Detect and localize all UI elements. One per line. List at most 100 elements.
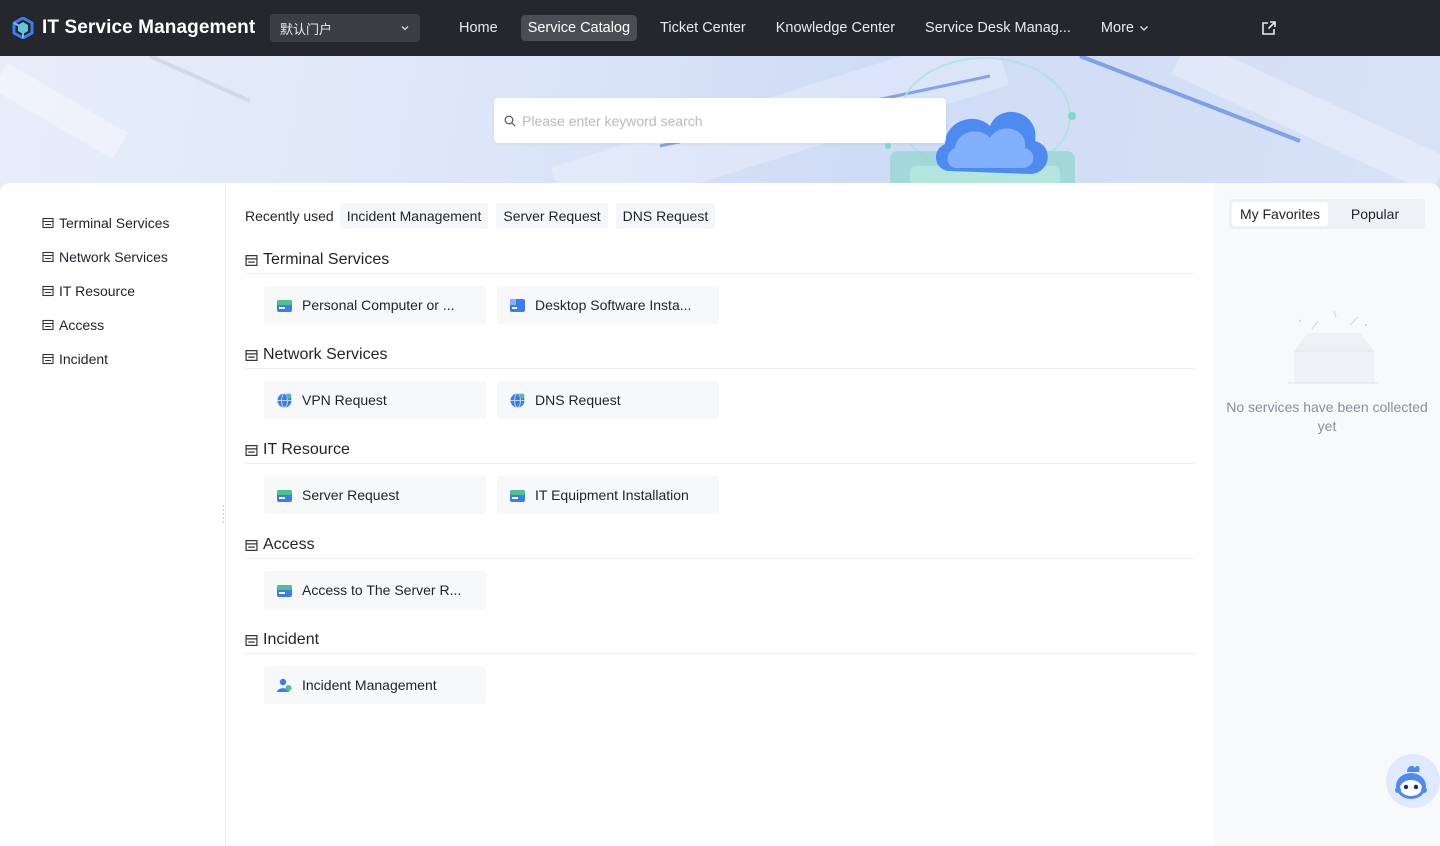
nav-label: Home: [459, 20, 498, 36]
service-card[interactable]: Personal Computer or ...: [264, 286, 486, 324]
main-nav: Home Service Catalog Ticket Center Knowl…: [452, 0, 1172, 56]
nav-more[interactable]: More: [1094, 15, 1156, 41]
section-divider: [245, 463, 1195, 464]
category-icon: [245, 444, 258, 456]
service-card[interactable]: Access to The Server R...: [264, 571, 486, 609]
section-title-terminal-services: Terminal Services: [245, 251, 389, 269]
sidebar-item-terminal-services[interactable]: Terminal Services: [42, 215, 169, 231]
user-group-icon: [277, 678, 292, 692]
service-card-label: IT Equipment Installation: [535, 487, 689, 503]
recently-used-bar: Recently used Incident Management Server…: [245, 203, 723, 229]
assistant-bot-icon[interactable]: [1383, 752, 1440, 808]
category-icon: [245, 539, 258, 551]
recent-chip[interactable]: DNS Request: [615, 203, 716, 229]
section-title-text: Terminal Services: [263, 251, 390, 268]
nav-label: Service Catalog: [527, 20, 631, 36]
portal-select-value: 默认门户: [280, 22, 333, 38]
recent-chip[interactable]: Incident Management: [339, 203, 489, 229]
section-title-it-resource: IT Resource: [245, 441, 350, 459]
nav-service-desk[interactable]: Service Desk Manag...: [918, 15, 1078, 41]
sidebar-item-label: Incident: [59, 351, 109, 367]
category-icon: [42, 353, 54, 365]
chevron-down-icon: [1140, 26, 1148, 31]
top-navigation-bar: IT Service Management 默认门户 Home Service …: [0, 0, 1440, 56]
search-input[interactable]: [522, 112, 922, 129]
category-icon: [245, 254, 258, 266]
sidebar-item-label: Terminal Services: [59, 215, 170, 231]
service-card-label: Server Request: [302, 487, 400, 503]
brand[interactable]: IT Service Management: [12, 0, 255, 56]
section-title-text: IT Resource: [263, 441, 350, 458]
sidebar-item-label: IT Resource: [59, 283, 135, 299]
category-icon: [245, 349, 258, 361]
folder-icon: [277, 299, 292, 312]
service-card[interactable]: DNS Request: [497, 381, 719, 419]
nav-knowledge-center[interactable]: Knowledge Center: [769, 15, 902, 41]
section-title-text: Access: [263, 536, 315, 553]
sidebar-item-access[interactable]: Access: [42, 317, 104, 333]
service-card-label: VPN Request: [302, 392, 387, 408]
empty-box-icon: [1288, 311, 1378, 384]
chevron-down-icon: [401, 26, 409, 31]
main-panel: Terminal Services Network Services IT Re…: [0, 183, 1440, 846]
section-title-incident: Incident: [245, 631, 319, 649]
resize-handle[interactable]: [222, 505, 225, 523]
service-card-label: Access to The Server R...: [302, 582, 462, 598]
app-title: IT Service Management: [42, 17, 256, 38]
hero-banner: [0, 56, 1440, 196]
service-card-label: Personal Computer or ...: [302, 297, 455, 313]
service-card[interactable]: Desktop Software Insta...: [497, 286, 719, 324]
sidebar-item-incident[interactable]: Incident: [42, 351, 108, 367]
section-title-text: Incident: [263, 631, 320, 648]
nav-home[interactable]: Home: [452, 15, 505, 41]
nav-ticket-center[interactable]: Ticket Center: [653, 15, 753, 41]
category-icon: [245, 634, 258, 646]
search-icon: [504, 115, 516, 126]
sidebar-item-label: Access: [59, 317, 105, 333]
section-title-network-services: Network Services: [245, 346, 387, 364]
empty-state-text: No services have been collected yet: [1226, 399, 1428, 434]
external-link-icon[interactable]: [1261, 20, 1277, 36]
network-globe-icon: [277, 392, 292, 408]
category-icon: [42, 217, 54, 229]
category-icon: [42, 251, 54, 263]
tab-my-favorites[interactable]: My Favorites: [1232, 202, 1328, 226]
nav-label: Ticket Center: [660, 20, 746, 36]
sidebar-item-it-resource[interactable]: IT Resource: [42, 283, 135, 299]
catalog-content: Recently used Incident Management Server…: [245, 183, 1195, 846]
nav-label: More: [1100, 20, 1134, 36]
service-card-label: Incident Management: [302, 677, 437, 693]
tab-label: My Favorites: [1239, 206, 1321, 222]
search-bar[interactable]: [494, 98, 946, 143]
sidebar-item-label: Network Services: [59, 249, 168, 265]
tab-popular[interactable]: Popular: [1328, 202, 1422, 226]
service-card[interactable]: IT Equipment Installation: [497, 476, 719, 514]
app-window-icon: [510, 298, 525, 312]
nav-label: Knowledge Center: [775, 20, 896, 36]
nav-service-catalog[interactable]: Service Catalog: [520, 15, 638, 41]
app-logo-icon: [12, 17, 34, 39]
section-title-access: Access: [245, 536, 315, 554]
section-divider: [245, 653, 1195, 654]
section-divider: [245, 558, 1195, 559]
service-card[interactable]: Server Request: [264, 476, 486, 514]
service-card[interactable]: VPN Request: [264, 381, 486, 419]
service-card-label: Desktop Software Insta...: [535, 297, 692, 313]
folder-icon: [277, 584, 292, 597]
service-card-label: DNS Request: [535, 392, 621, 408]
section-title-text: Network Services: [263, 346, 388, 363]
category-sidebar: Terminal Services Network Services IT Re…: [0, 183, 226, 846]
service-card[interactable]: Incident Management: [264, 666, 486, 704]
folder-icon: [277, 489, 292, 502]
recent-chip[interactable]: Server Request: [496, 203, 608, 229]
folder-icon: [510, 489, 525, 502]
category-icon: [42, 319, 54, 331]
sidebar-item-network-services[interactable]: Network Services: [42, 249, 168, 265]
section-divider: [245, 273, 1195, 274]
favorites-panel: My Favorites Popular No services have be…: [1214, 183, 1440, 846]
network-globe-icon: [510, 392, 525, 408]
recently-used-label: Recently used: [245, 208, 334, 224]
favorites-tabs: My Favorites Popular: [1229, 199, 1425, 229]
nav-label: Service Desk Manag...: [925, 20, 1071, 36]
portal-select[interactable]: 默认门户: [270, 14, 420, 42]
